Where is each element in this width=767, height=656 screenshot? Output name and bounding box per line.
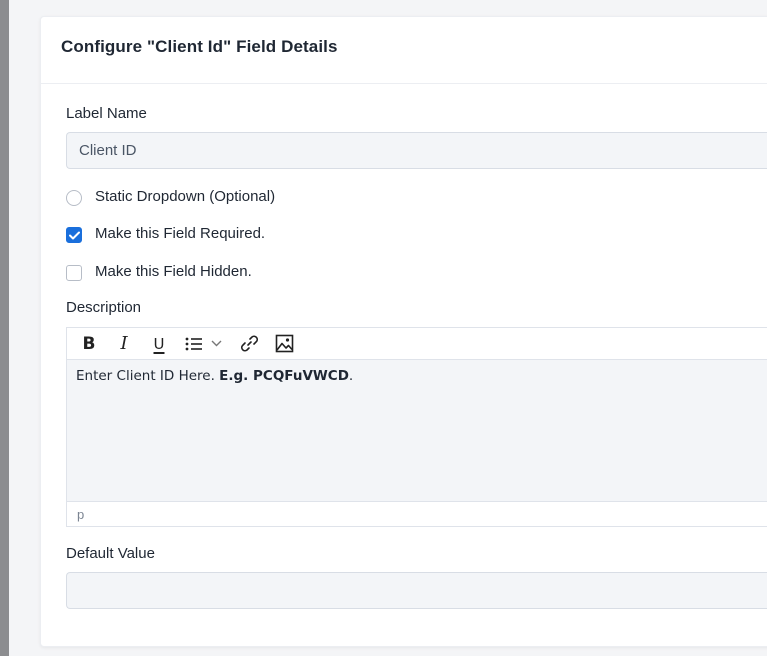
list-style-dropdown[interactable] [209,332,223,356]
required-label: Make this Field Required. [95,225,266,242]
description-example: E.g. PCQFuVWCD [219,368,349,384]
panel-title: Configure "Client Id" Field Details [61,37,338,56]
description-editor: B I U Enter Client ID Here. E.g. PCQFuVW… [66,327,767,527]
italic-icon: I [120,333,128,354]
image-icon [275,334,293,353]
italic-button[interactable]: I [112,332,136,356]
bold-button[interactable]: B [77,332,101,356]
element-path: p [77,507,85,522]
hidden-checkbox[interactable] [66,265,82,281]
left-rail [0,0,9,656]
image-button[interactable] [272,332,296,356]
bold-icon: B [82,333,96,354]
field-config-panel: Configure "Client Id" Field Details Labe… [40,16,767,647]
link-button[interactable] [237,332,261,356]
hidden-option[interactable]: Make this Field Hidden. [66,262,252,281]
underline-icon: U [153,334,165,353]
editor-statusbar: p [67,501,767,526]
default-value-label: Default Value [66,545,155,562]
label-name-label: Label Name [66,105,147,122]
description-content[interactable]: Enter Client ID Here. E.g. PCQFuVWCD. [67,360,767,501]
chevron-down-icon [211,340,221,347]
bullet-list-icon [185,337,202,350]
default-value-input[interactable] [66,572,767,609]
label-name-input[interactable] [66,132,767,169]
checkmark-icon [68,231,80,239]
panel-header: Configure "Client Id" Field Details [41,17,767,84]
description-text: Enter Client ID Here. [76,368,220,384]
hidden-label: Make this Field Hidden. [95,263,252,280]
static-dropdown-label: Static Dropdown (Optional) [95,188,276,205]
static-dropdown-radio[interactable] [66,190,82,206]
required-option[interactable]: Make this Field Required. [66,224,265,243]
underline-button[interactable]: U [147,332,171,356]
link-icon [240,335,258,352]
static-dropdown-option[interactable]: Static Dropdown (Optional) [66,187,275,206]
description-label: Description [66,299,142,316]
editor-toolbar: B I U [67,328,767,360]
description-text-end: . [348,368,354,384]
bullet-list-button[interactable] [182,332,206,356]
required-checkbox[interactable] [66,227,82,243]
